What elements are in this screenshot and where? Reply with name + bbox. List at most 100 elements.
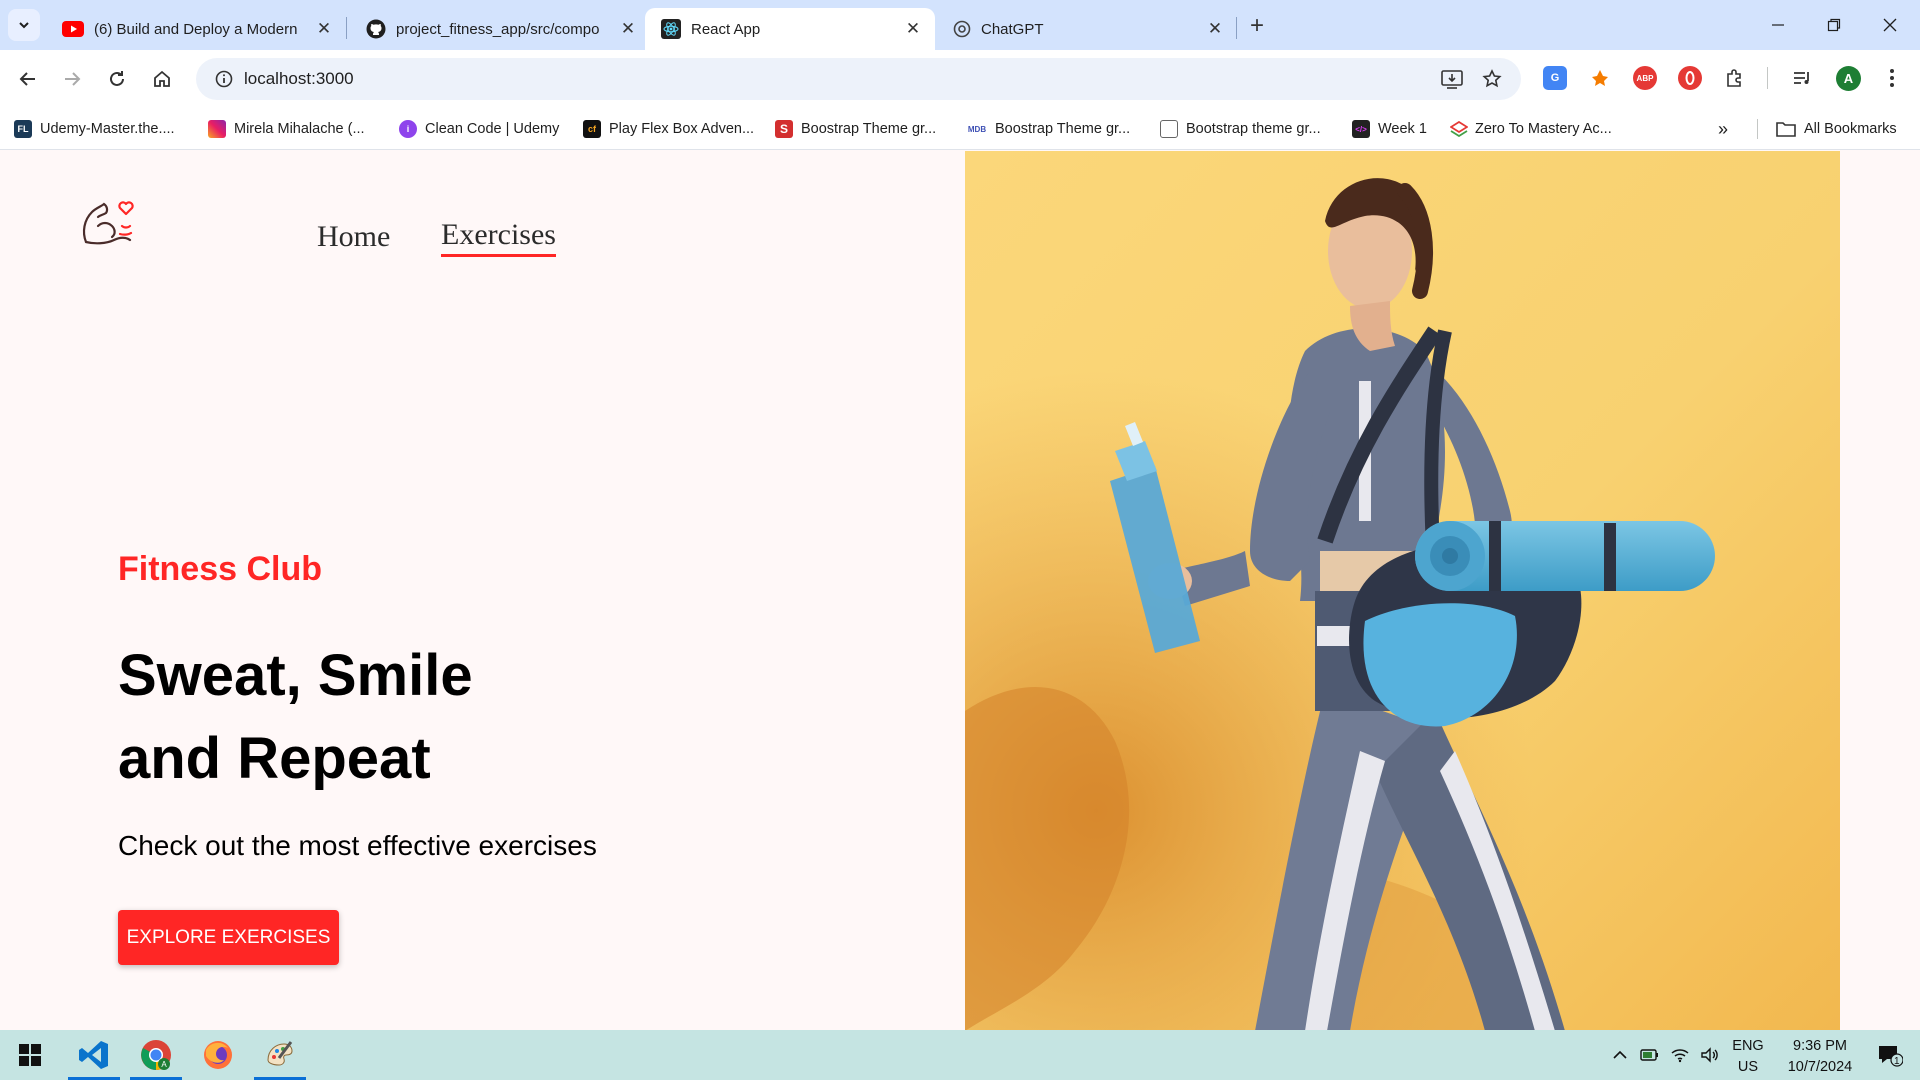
notifications-button[interactable]: 1 [1868, 1030, 1912, 1080]
install-icon [1441, 70, 1463, 89]
chatgpt-icon [953, 20, 971, 38]
react-icon [661, 19, 681, 39]
hero-tagline: Fitness Club [118, 550, 323, 588]
taskbar-chrome[interactable]: A [130, 1030, 182, 1080]
forward-button[interactable] [56, 63, 88, 95]
taskbar-firefox[interactable] [192, 1030, 244, 1080]
battery-icon[interactable] [1636, 1030, 1664, 1080]
hero-headline-line2: and Repeat [118, 726, 431, 791]
notification-count: 1 [1894, 1056, 1900, 1067]
tab-close-button[interactable]: ✕ [1205, 19, 1225, 39]
new-tab-button[interactable]: + [1243, 12, 1271, 40]
code-icon: </> [1352, 120, 1370, 138]
bookmark-star-button[interactable] [1475, 62, 1509, 96]
bookmark-item[interactable]: cf Play Flex Box Adven... [583, 116, 754, 142]
address-bar[interactable]: localhost:3000 [196, 58, 1521, 100]
fitness-logo-icon[interactable] [78, 188, 140, 250]
fitness-landing-page: Home Exercises Fitness Club Sweat, Smile… [0, 150, 1920, 1030]
hero-banner-image [965, 151, 1840, 1030]
browser-menu-button[interactable] [1880, 66, 1904, 90]
bookmark-item[interactable]: bs Bootstrap theme gr... [1160, 116, 1321, 142]
language-indicator[interactable]: ENG US [1728, 1036, 1768, 1078]
google-translate-extension-icon[interactable]: G [1543, 66, 1567, 90]
tab-close-button[interactable]: ✕ [618, 19, 638, 39]
firefox-icon [204, 1041, 232, 1069]
svg-text:A: A [161, 1060, 167, 1069]
folder-icon [1776, 122, 1796, 137]
hero-subtext: Check out the most effective exercises [118, 830, 597, 861]
more-bookmarks-button[interactable]: » [1718, 116, 1728, 142]
bookmark-favicon-icon: FL [14, 120, 32, 138]
language-code: ENG [1732, 1038, 1764, 1054]
taskbar-paint[interactable] [254, 1030, 306, 1080]
wifi-icon[interactable] [1666, 1030, 1694, 1080]
opera-extension-icon[interactable] [1678, 66, 1702, 90]
extensions-puzzle-icon[interactable] [1723, 66, 1747, 90]
tab-title: React App [691, 20, 761, 38]
bookmark-label: Udemy-Master.the.... [40, 121, 175, 137]
bookmark-item[interactable]: S Boostrap Theme gr... [775, 116, 936, 142]
tab-title: ChatGPT [981, 20, 1044, 38]
bookmark-item[interactable]: FL Udemy-Master.the.... [14, 116, 175, 142]
adblock-plus-extension-icon[interactable]: ABP [1633, 66, 1657, 90]
restore-icon [1827, 18, 1841, 32]
install-app-button[interactable] [1435, 62, 1469, 96]
bookmark-label: Week 1 [1378, 121, 1427, 137]
bookmark-label: Bootstrap theme gr... [1186, 121, 1321, 137]
bookmark-item[interactable]: MDB Boostrap Theme gr... [967, 116, 1130, 142]
chevron-up-icon [1613, 1050, 1627, 1059]
tab-title: project_fitness_app/src/compo [396, 20, 600, 38]
all-bookmarks-button[interactable]: All Bookmarks [1776, 116, 1897, 142]
home-button[interactable] [146, 63, 178, 95]
windows-taskbar: A ENG US 9:36 PM 10/7/2024 1 [0, 1030, 1920, 1080]
paint-icon [267, 1041, 293, 1066]
bookmark-item[interactable]: ztm Zero To Mastery Ac... [1449, 116, 1612, 142]
tab-react-app[interactable]: React App ✕ [645, 8, 935, 50]
minimize-icon [1772, 24, 1784, 26]
arrow-left-icon [19, 72, 35, 86]
hero-headline: Sweat, Smile and Repeat [118, 634, 473, 800]
nav-exercises-link[interactable]: Exercises [441, 218, 556, 257]
extension-orange-icon[interactable] [1588, 66, 1612, 90]
youtube-icon [62, 21, 84, 37]
bookmark-item[interactable]: ig Mirela Mihalache (... [208, 116, 365, 142]
tab-chatgpt[interactable]: ChatGPT ✕ [937, 8, 1237, 50]
info-icon [215, 70, 233, 88]
tab-search-button[interactable] [8, 9, 40, 41]
tab-close-button[interactable]: ✕ [314, 19, 334, 39]
plus-icon: + [1249, 12, 1264, 39]
tab-youtube[interactable]: (6) Build and Deploy a Modern ✕ [46, 8, 346, 50]
bookmarks-bar: FL Udemy-Master.the.... ig Mirela Mihala… [0, 108, 1920, 150]
flexbox-adventure-icon: cf [583, 120, 601, 138]
explore-exercises-button[interactable]: EXPLORE EXERCISES [118, 910, 339, 965]
bookmark-item[interactable]: </> Week 1 [1352, 116, 1427, 142]
show-hidden-icons-button[interactable] [1606, 1030, 1634, 1080]
close-window-button[interactable] [1862, 0, 1918, 50]
tab-github[interactable]: project_fitness_app/src/compo ✕ [350, 8, 650, 50]
chevron-down-icon [19, 22, 29, 29]
more-vertical-icon [1890, 69, 1894, 87]
bookmark-label: Boostrap Theme gr... [995, 121, 1131, 137]
minimize-button[interactable] [1750, 0, 1806, 50]
bookmark-label: Zero To Mastery Ac... [1475, 121, 1612, 137]
home-icon [154, 70, 170, 87]
start-button[interactable] [4, 1030, 56, 1080]
nav-home-link[interactable]: Home [317, 220, 390, 254]
profile-avatar[interactable]: A [1836, 66, 1861, 91]
bookmark-label: Boostrap Theme gr... [801, 121, 937, 137]
close-icon [1883, 18, 1897, 32]
reload-button[interactable] [101, 63, 133, 95]
all-bookmarks-label: All Bookmarks [1804, 121, 1897, 137]
reload-icon [110, 71, 124, 86]
restore-button[interactable] [1806, 0, 1862, 50]
clock[interactable]: 9:36 PM 10/7/2024 [1772, 1036, 1868, 1078]
bookmark-item[interactable]: i Clean Code | Udemy [399, 116, 559, 142]
volume-icon[interactable] [1696, 1030, 1724, 1080]
taskbar-vscode[interactable] [68, 1030, 120, 1080]
url-text: localhost:3000 [244, 69, 354, 88]
media-queue-icon[interactable] [1790, 66, 1814, 90]
bootstrap-s-icon: S [775, 120, 793, 138]
site-info-button[interactable] [204, 70, 244, 88]
back-button[interactable] [12, 63, 44, 95]
tab-close-button[interactable]: ✕ [903, 19, 923, 39]
